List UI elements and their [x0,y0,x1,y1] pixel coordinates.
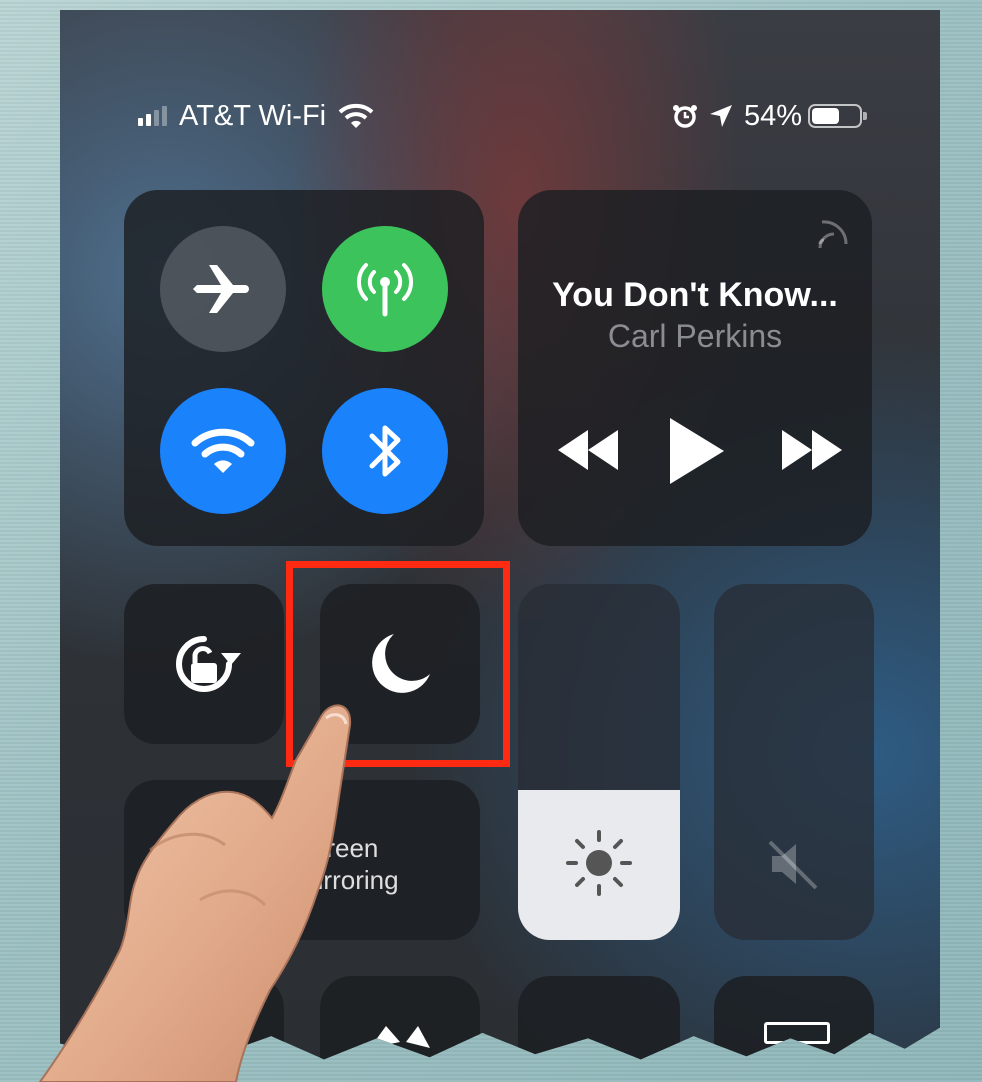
airplane-icon [193,265,249,313]
status-bar-right: 54% [672,96,867,136]
cellular-data-toggle[interactable] [322,226,448,352]
track-title: You Don't Know... [552,276,838,314]
control-center: AT&T Wi-Fi 54% You Don't Know... Carl Pe… [60,10,940,1060]
screen-mirroring-button[interactable]: Screen Mirroring [124,780,480,940]
wifi-icon [338,103,374,128]
brightness-slider[interactable] [518,584,680,940]
antenna-icon [356,263,414,317]
bluetooth-toggle[interactable] [322,388,448,514]
airplane-mode-toggle[interactable] [160,226,286,352]
airplay-icon[interactable] [816,214,850,248]
wifi-toggle[interactable] [160,388,286,514]
fast-forward-icon[interactable] [776,428,846,472]
alarm-icon [672,105,697,128]
location-arrow-icon [709,105,732,127]
orientation-lock-button[interactable] [124,584,284,744]
battery-label: 54% [743,99,802,132]
sun-icon [566,830,632,896]
play-icon[interactable] [666,416,726,486]
signal-bars-icon [138,106,167,126]
wifi-icon [191,428,255,473]
do-not-disturb-highlight [286,561,510,767]
now-playing-tile[interactable]: You Don't Know... Carl Perkins [518,190,872,546]
rewind-icon[interactable] [554,428,624,472]
connectivity-tile [124,190,484,546]
status-bar-left: AT&T Wi-Fi [138,96,374,136]
track-artist: Carl Perkins [607,318,783,354]
volume-slider[interactable] [714,584,874,940]
speaker-muted-icon [768,840,818,890]
screen-mirroring-label: Screen Mirroring [296,833,399,895]
rotation-lock-icon [176,636,241,692]
carrier-label: AT&T Wi-Fi [179,99,327,132]
bluetooth-icon [369,425,401,477]
battery-icon [808,104,867,128]
